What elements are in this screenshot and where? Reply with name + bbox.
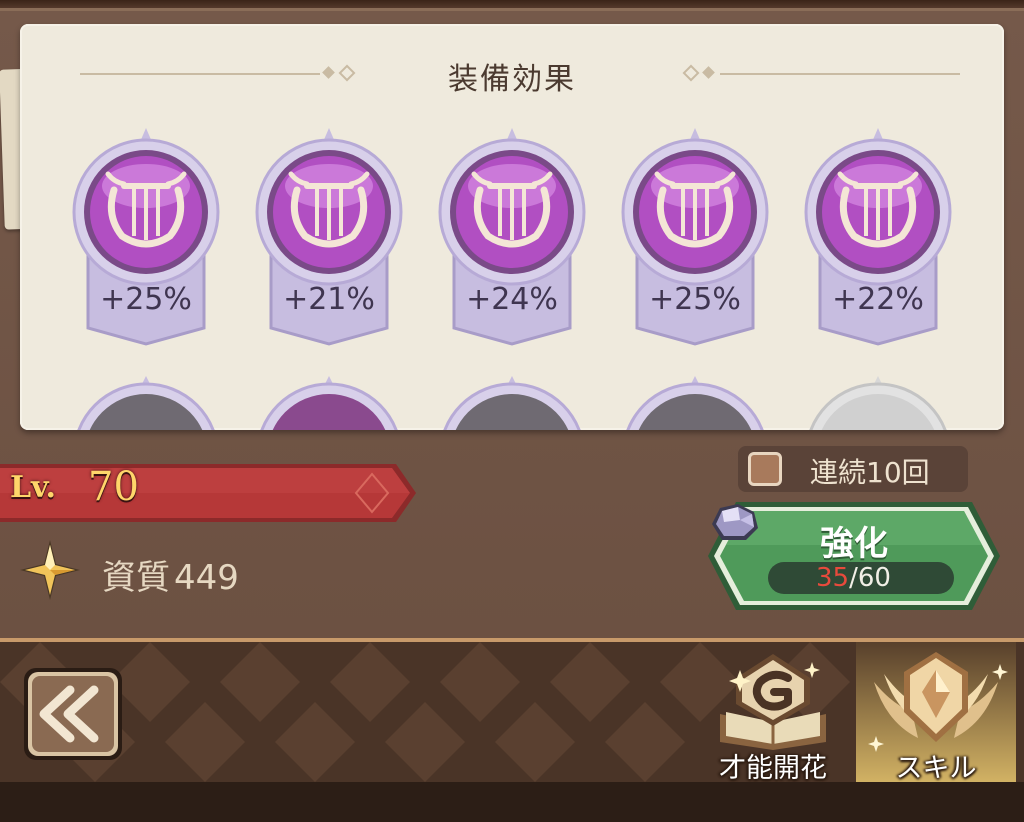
effect-value: +24% bbox=[466, 282, 558, 317]
bottom-nav: 才能開花 スキル bbox=[0, 638, 1024, 822]
quality-stat: 資質 449 bbox=[102, 550, 239, 599]
nav-talent-label: 才能開花 bbox=[719, 753, 827, 784]
effect-item[interactable]: +21% bbox=[249, 124, 409, 354]
nav-skill-label: スキル bbox=[895, 753, 977, 784]
lyre-icon bbox=[438, 128, 586, 346]
lyre-icon bbox=[72, 128, 220, 346]
effect-value: +21% bbox=[283, 282, 375, 317]
cost-max: /60 bbox=[849, 563, 891, 593]
bottom-strip bbox=[0, 782, 1024, 822]
badge-partial-icon bbox=[443, 376, 581, 430]
badge-partial-icon bbox=[260, 376, 398, 430]
back-button[interactable] bbox=[22, 666, 124, 762]
quality-label: 資質 bbox=[102, 558, 170, 598]
effect-item[interactable]: +25% bbox=[615, 124, 775, 354]
effect-item[interactable]: +25% bbox=[66, 124, 226, 354]
effects-row: +25% +21% +24% +25% +22% bbox=[20, 124, 1004, 354]
effect-value: +22% bbox=[832, 282, 924, 317]
star-icon bbox=[20, 540, 80, 600]
level-value: 70 bbox=[88, 464, 139, 510]
enhance-cost-bar: 35/60 bbox=[768, 562, 954, 594]
lyre-icon bbox=[255, 128, 403, 346]
lyre-icon bbox=[804, 128, 952, 346]
equipment-effects-panel[interactable]: 装備効果 +25% +21% +24% +25% +22% bbox=[20, 24, 1004, 430]
nav-talent-bloom[interactable]: 才能開花 bbox=[698, 642, 848, 784]
effect-item[interactable]: +24% bbox=[432, 124, 592, 354]
effects-row-partial bbox=[20, 376, 1004, 430]
badge-partial-icon bbox=[626, 376, 764, 430]
repeat-10-toggle[interactable]: 連続10回 bbox=[738, 446, 968, 492]
ore-icon bbox=[712, 504, 758, 540]
quality-value: 449 bbox=[174, 558, 239, 598]
badge-partial-icon bbox=[809, 376, 947, 430]
repeat-label: 連続10回 bbox=[810, 456, 930, 489]
talent-book-icon bbox=[720, 654, 826, 750]
level-banner bbox=[0, 464, 416, 522]
enhance-cost: 35/60 bbox=[816, 562, 891, 594]
effect-item[interactable]: +22% bbox=[798, 124, 958, 354]
enhance-button[interactable]: 強化 35/60 bbox=[706, 500, 1002, 612]
nav-skill[interactable]: スキル bbox=[856, 642, 1016, 784]
cost-current: 35 bbox=[816, 563, 850, 593]
repeat-checkbox[interactable] bbox=[748, 452, 782, 486]
skill-emblem-icon bbox=[868, 652, 1008, 752]
badge-partial-icon bbox=[77, 376, 215, 430]
effect-value: +25% bbox=[100, 282, 192, 317]
level-prefix: Lv. bbox=[10, 470, 56, 505]
effect-value: +25% bbox=[649, 282, 741, 317]
lyre-icon bbox=[621, 128, 769, 346]
title-ornament-right bbox=[682, 64, 960, 82]
